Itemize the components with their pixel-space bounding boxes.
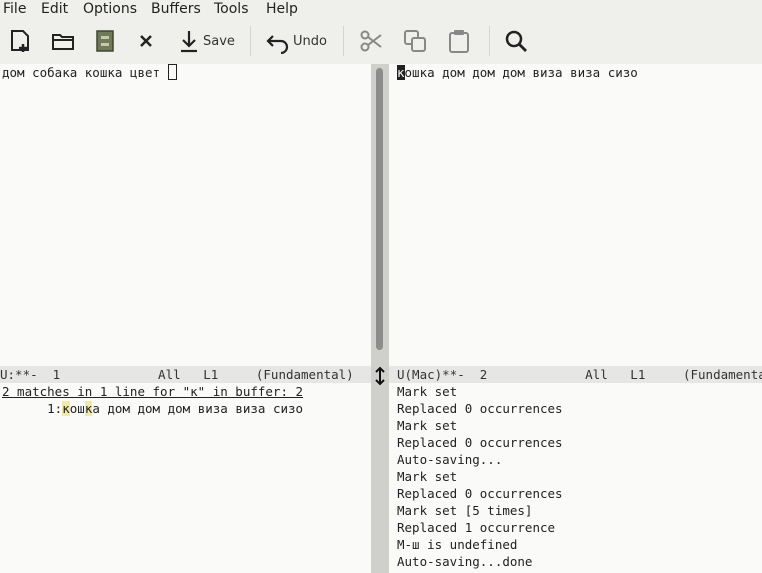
occur-match-text: ош (69, 401, 85, 416)
left-mode-line[interactable]: U:**- 1 All L1 (Fundamental) (0, 366, 371, 383)
resize-arrow-icon[interactable] (373, 366, 387, 386)
message-line: Replaced 1 occurrence (397, 520, 556, 535)
menu-buffers[interactable]: Buffers (151, 0, 201, 18)
right-buffer-pane[interactable]: кошка дом дом дом виза виза сизо (389, 64, 762, 366)
close-icon (140, 35, 152, 47)
text-cursor (167, 64, 177, 80)
save-icon (181, 31, 197, 53)
menu-options[interactable]: Options (83, 0, 137, 18)
paste-button[interactable] (446, 24, 472, 58)
toolbar-separator (250, 26, 251, 56)
folder-icon (52, 34, 74, 50)
toolbar-separator (343, 26, 344, 56)
cut-button[interactable] (358, 24, 384, 58)
occur-match-highlight: к (62, 401, 70, 416)
close-button[interactable] (135, 24, 157, 58)
menu-bar: File Edit Options Buffers Tools Help (0, 0, 762, 18)
toolbar-separator (489, 26, 490, 56)
search-button[interactable] (503, 24, 529, 58)
left-buffer-pane[interactable]: дом собака кошка цвет (0, 64, 371, 366)
toolbar: Save Undo (0, 18, 762, 65)
message-line: Mark set (397, 469, 458, 484)
copy-button[interactable] (402, 24, 428, 58)
message-line: Replaced 0 occurrences (397, 486, 563, 501)
menu-edit[interactable]: Edit (41, 0, 68, 18)
message-line: Mark set (397, 418, 458, 433)
message-line: Mark set [5 times] (397, 503, 533, 518)
open-folder-button[interactable] (50, 24, 76, 58)
right-buffer-line: кошка дом дом дом виза виза сизо (397, 64, 638, 81)
undo-label: Undo (293, 33, 327, 49)
search-icon (505, 30, 527, 52)
menu-help[interactable]: Help (266, 0, 298, 18)
occur-buffer-pane[interactable]: 2 matches in 1 line for "к" in buffer: 2… (0, 383, 371, 573)
occur-header: 2 matches in 1 line for "к" in buffer: 2 (2, 384, 304, 399)
save-button[interactable]: Save (177, 24, 235, 58)
occur-match-line[interactable]: 1:кошка дом дом дом виза виза сизо (2, 400, 303, 417)
message-line: M-ш is undefined (397, 537, 518, 552)
new-file-button[interactable] (8, 24, 34, 58)
new-file-icon (11, 30, 29, 52)
right-buffer-text: ошка дом дом дом виза виза сизо (404, 65, 638, 80)
message-line: Mark set (397, 384, 458, 399)
menu-file[interactable]: File (3, 0, 26, 18)
menu-tools[interactable]: Tools (214, 0, 249, 18)
right-mode-line[interactable]: U(Mac)**- 2 All L1 (Fundamental) (389, 366, 762, 383)
scrollbar-thumb[interactable] (376, 68, 383, 350)
clipboard-icon (449, 30, 469, 53)
dired-button[interactable] (93, 24, 117, 58)
left-buffer-text: дом собака кошка цвет (2, 65, 161, 80)
undo-button[interactable]: Undo (265, 24, 327, 58)
vertical-scrollbar[interactable] (371, 64, 389, 573)
scissors-icon (360, 30, 382, 52)
occur-match-text: а дом дом дом виза виза сизо (92, 401, 304, 416)
point-cursor: к (397, 65, 405, 80)
message-line: Auto-saving... (397, 452, 503, 467)
message-line: Auto-saving...done (397, 554, 533, 569)
cabinet-icon (96, 30, 114, 52)
messages-buffer-pane[interactable]: Mark set Replaced 0 occurrences Mark set… (389, 383, 762, 573)
message-line: Replaced 0 occurrences (397, 401, 563, 416)
copy-icon (404, 30, 426, 52)
left-buffer-line: дом собака кошка цвет (2, 64, 177, 81)
message-line: Replaced 0 occurrences (397, 435, 563, 450)
undo-icon (266, 35, 289, 54)
occur-line-prefix: 1: (2, 401, 63, 416)
save-label: Save (203, 33, 235, 49)
